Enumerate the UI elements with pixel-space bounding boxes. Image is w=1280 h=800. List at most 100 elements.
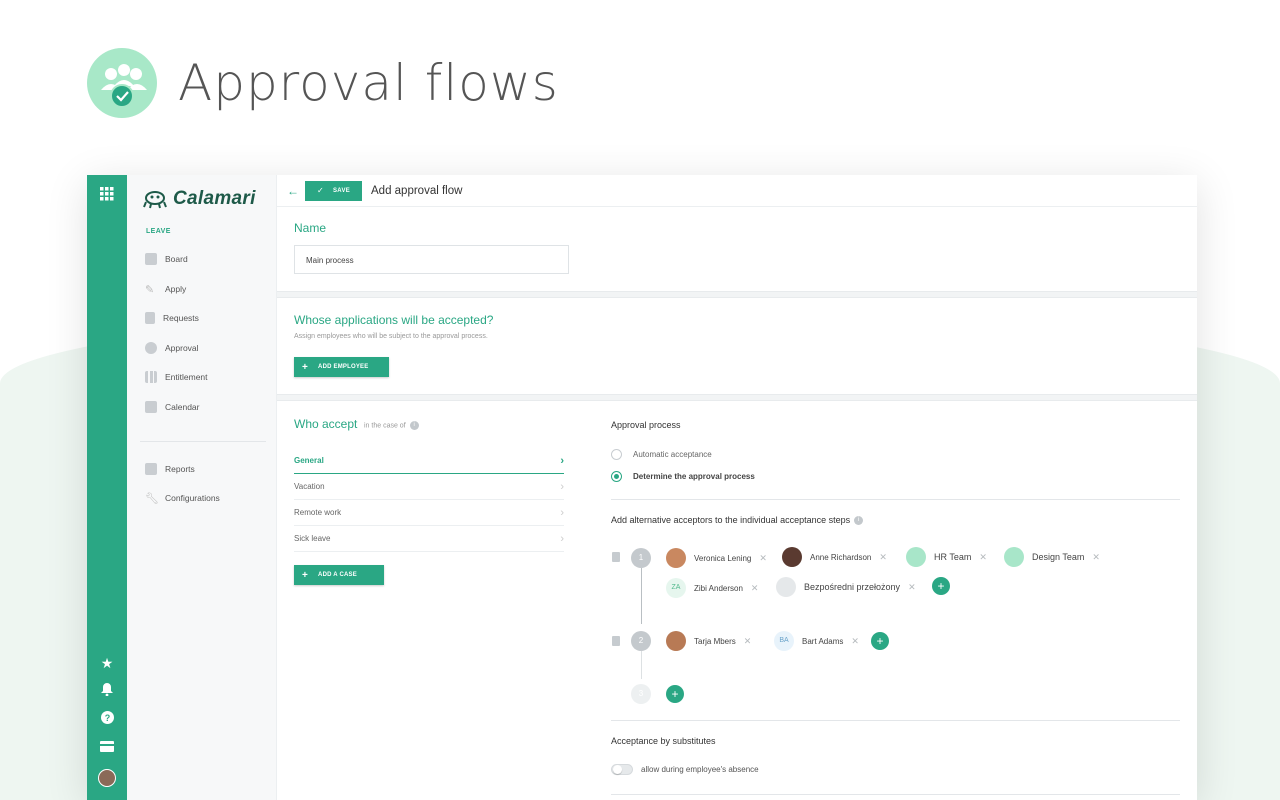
add-case-label: ADD A CASE bbox=[318, 572, 357, 578]
acceptor-name: Design Team bbox=[1032, 552, 1085, 562]
acceptor-hr-team: HR Team ✕ bbox=[906, 547, 987, 567]
case-item-general[interactable]: General › bbox=[294, 448, 564, 474]
substitutes-toggle[interactable] bbox=[611, 764, 633, 775]
divider bbox=[611, 499, 1180, 500]
info-icon[interactable]: i bbox=[854, 516, 864, 526]
acceptor-name: Bart Adams bbox=[802, 636, 844, 646]
add-employee-button[interactable]: + ADD EMPLOYEE bbox=[294, 357, 389, 377]
sidebar-item-label: Entitlement bbox=[165, 372, 208, 382]
case-label: General bbox=[294, 456, 324, 465]
calamari-logo: Calamari bbox=[143, 188, 256, 210]
remove-icon[interactable]: ✕ bbox=[744, 636, 752, 647]
radio-determine-process[interactable] bbox=[611, 471, 622, 482]
remove-icon[interactable]: ✕ bbox=[879, 552, 887, 563]
calamari-logo-icon bbox=[143, 191, 167, 209]
pencil-icon: ✎ bbox=[145, 284, 155, 296]
sidebar-item-reports[interactable]: Reports bbox=[145, 463, 195, 475]
substitutes-toggle-label: allow during employee's absence bbox=[641, 765, 759, 774]
initials-avatar: ZA bbox=[666, 578, 686, 598]
add-case-button[interactable]: + ADD A CASE bbox=[294, 565, 384, 585]
case-label: Vacation bbox=[294, 482, 325, 491]
acceptor-name: Zibi Anderson bbox=[694, 583, 743, 593]
remove-icon[interactable]: ✕ bbox=[851, 636, 859, 647]
step-connector bbox=[641, 651, 642, 679]
radio-automatic-acceptance[interactable] bbox=[611, 449, 622, 460]
check-circle-icon bbox=[145, 342, 157, 354]
info-icon[interactable]: i bbox=[409, 421, 419, 430]
section-divider bbox=[277, 394, 1197, 401]
back-arrow-icon[interactable]: ← bbox=[287, 184, 299, 198]
save-button-label: SAVE bbox=[332, 187, 351, 194]
help-icon[interactable]: ? bbox=[99, 711, 115, 727]
apps-grid-icon[interactable] bbox=[99, 187, 115, 203]
remove-icon[interactable]: ✕ bbox=[908, 582, 916, 593]
logo-text: Calamari bbox=[173, 188, 256, 209]
approval-users-check-icon bbox=[87, 48, 157, 118]
home-icon bbox=[145, 253, 157, 265]
acceptor-direct-manager: Bezpośredni przełożony ✕ bbox=[776, 577, 916, 597]
whose-heading: Whose applications will be accepted? bbox=[294, 313, 494, 327]
case-item-remote-work[interactable]: Remote work › bbox=[294, 500, 564, 526]
sidebar-item-label: Reports bbox=[165, 464, 195, 474]
who-accept-heading: Who accept bbox=[294, 417, 358, 431]
plus-icon: + bbox=[302, 569, 309, 581]
section-divider bbox=[277, 291, 1197, 298]
document-icon bbox=[145, 312, 155, 324]
page-title: Add approval flow bbox=[371, 184, 463, 197]
user-avatar[interactable] bbox=[98, 769, 116, 787]
sidebar-item-calendar[interactable]: Calendar bbox=[145, 401, 200, 413]
hero-header: Approval flows bbox=[87, 48, 559, 118]
billing-card-icon[interactable] bbox=[99, 739, 115, 755]
avatar bbox=[782, 547, 802, 567]
sidebar-item-label: Requests bbox=[163, 313, 199, 323]
sidebar-item-apply[interactable]: ✎ Apply bbox=[145, 283, 186, 296]
sidebar-item-board[interactable]: Board bbox=[145, 253, 188, 265]
name-input[interactable]: Main process bbox=[294, 245, 569, 274]
sidebar-item-requests[interactable]: Requests bbox=[145, 312, 199, 324]
sidebar-item-label: Configurations bbox=[165, 493, 220, 503]
main-content: ← ✓ SAVE Add approval flow Name Main proc… bbox=[277, 175, 1197, 800]
chevron-right-icon: › bbox=[560, 480, 564, 493]
remove-icon[interactable]: ✕ bbox=[1092, 552, 1100, 563]
add-acceptor-button[interactable]: + bbox=[932, 577, 950, 595]
alt-acceptors-heading: Add alternative acceptors to the individ… bbox=[611, 515, 864, 526]
remove-icon[interactable]: ✕ bbox=[759, 553, 767, 564]
sidebar-item-approval[interactable]: Approval bbox=[145, 342, 199, 354]
add-step-button[interactable]: + bbox=[666, 685, 684, 703]
wrench-icon: 🔧︎ bbox=[145, 493, 159, 505]
team-icon bbox=[1004, 547, 1024, 567]
sidebar-item-label: Approval bbox=[165, 343, 199, 353]
remove-icon[interactable]: ✕ bbox=[979, 552, 987, 563]
chevron-right-icon: › bbox=[560, 506, 564, 519]
determine-process-label: Determine the approval process bbox=[633, 472, 755, 481]
alt-acceptors-heading-text: Add alternative acceptors to the individ… bbox=[611, 515, 851, 525]
save-button[interactable]: ✓ SAVE bbox=[305, 180, 362, 201]
case-item-vacation[interactable]: Vacation › bbox=[294, 474, 564, 500]
star-icon[interactable]: ★ bbox=[99, 655, 115, 671]
bell-icon[interactable] bbox=[99, 683, 115, 699]
chevron-right-icon: › bbox=[560, 532, 564, 545]
add-employee-label: ADD EMPLOYEE bbox=[318, 364, 369, 370]
calendar-icon bbox=[145, 401, 157, 413]
automatic-acceptance-label: Automatic acceptance bbox=[633, 450, 712, 459]
svg-text:?: ? bbox=[104, 713, 110, 723]
case-item-sick-leave[interactable]: Sick leave › bbox=[294, 526, 564, 552]
sidebar-item-configurations[interactable]: 🔧︎ Configurations bbox=[145, 492, 220, 505]
case-label: Remote work bbox=[294, 508, 342, 517]
acceptor-name: Tarja Mbers bbox=[694, 636, 736, 646]
acceptor-name: Veronica Lening bbox=[694, 553, 752, 563]
trash-icon[interactable] bbox=[612, 636, 620, 646]
add-acceptor-button[interactable]: + bbox=[871, 632, 889, 650]
sidebar-item-entitlement[interactable]: Entitlement bbox=[145, 371, 208, 383]
who-accept-hint-text: in the case of bbox=[364, 422, 406, 430]
case-label: Sick leave bbox=[294, 534, 331, 543]
leave-section-label: LEAVE bbox=[146, 228, 171, 235]
acceptor-bart-adams: BA Bart Adams ✕ bbox=[774, 631, 859, 651]
trash-icon[interactable] bbox=[612, 552, 620, 562]
step-number-2: 2 bbox=[631, 631, 651, 651]
initials-avatar: BA bbox=[774, 631, 794, 651]
factory-icon bbox=[145, 463, 157, 475]
icon-rail: ★ ? bbox=[87, 175, 127, 800]
remove-icon[interactable]: ✕ bbox=[751, 583, 759, 594]
approval-process-heading: Approval process bbox=[611, 420, 681, 430]
